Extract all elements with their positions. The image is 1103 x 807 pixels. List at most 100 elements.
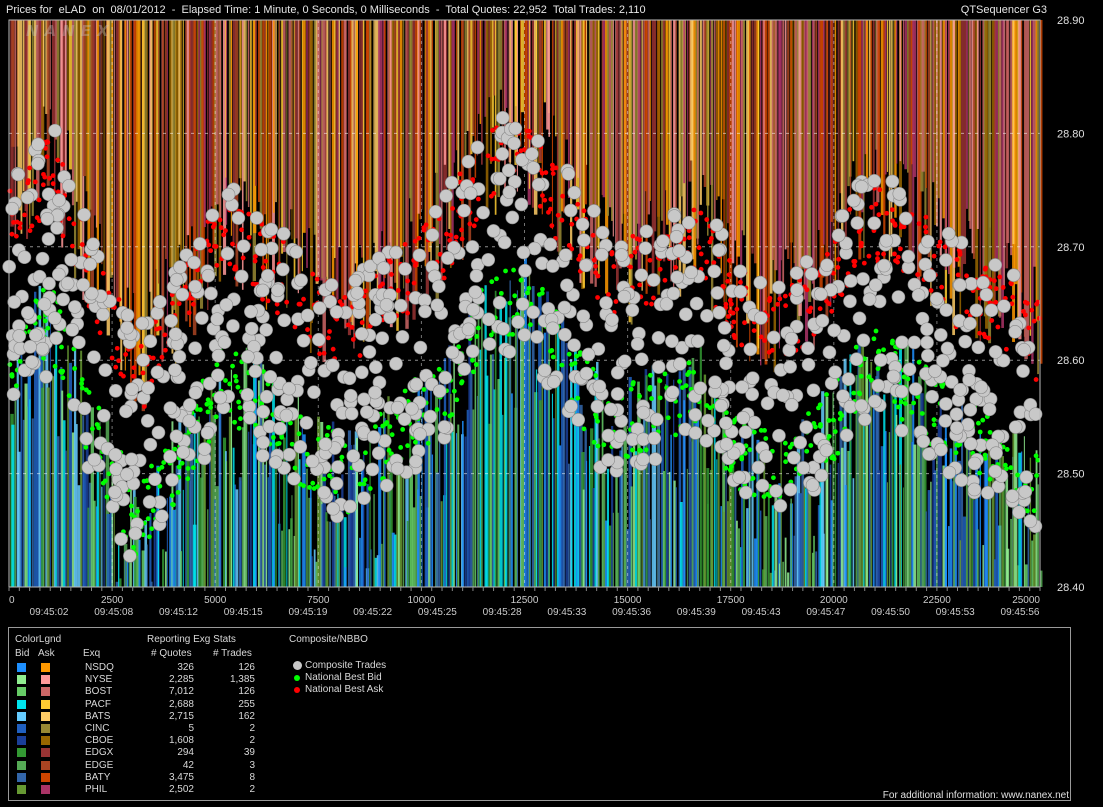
bid-quote-bar xyxy=(272,511,275,587)
national-best-ask-point xyxy=(964,309,970,315)
composite-trade-point xyxy=(858,412,872,427)
composite-trade-point xyxy=(850,216,865,230)
ask-quote-bar xyxy=(180,20,182,254)
ask-quote-bar xyxy=(913,20,917,178)
composite-trade-point xyxy=(231,211,246,225)
national-best-ask-point xyxy=(450,206,456,211)
composite-trade-point xyxy=(708,375,722,390)
composite-legend-marker xyxy=(292,661,302,670)
bid-color-swatch xyxy=(17,785,26,794)
national-best-ask-point xyxy=(444,231,449,237)
national-best-bid-point xyxy=(899,416,905,422)
bid-quote-bar xyxy=(736,528,741,587)
composite-trade-point xyxy=(1019,470,1034,484)
national-best-ask-point xyxy=(473,217,479,222)
composite-trade-point xyxy=(988,464,1002,479)
national-best-ask-point xyxy=(575,201,581,207)
composite-trade-point xyxy=(886,369,901,384)
composite-trade-point xyxy=(240,387,255,402)
bid-quote-bar xyxy=(707,503,709,587)
trade-count: 2 xyxy=(249,784,255,795)
national-best-bid-point xyxy=(905,376,911,382)
trade-count: 255 xyxy=(238,698,255,710)
composite-trade-point xyxy=(789,266,804,280)
bid-quote-bar xyxy=(813,535,815,587)
composite-trade-point xyxy=(350,286,365,300)
composite-trade-point xyxy=(638,241,653,255)
ask-quote-bar xyxy=(954,20,957,240)
national-best-ask-point xyxy=(647,257,653,263)
national-best-bid-point xyxy=(593,414,599,420)
bid-quote-bar xyxy=(440,501,443,587)
national-best-bid-point xyxy=(36,315,42,320)
composite-trade-point xyxy=(195,311,209,325)
ask-quote-bar xyxy=(649,20,651,201)
ask-quote-bar xyxy=(571,20,573,180)
bid-quote-bar xyxy=(535,369,538,587)
national-best-bid-point xyxy=(871,336,877,342)
national-best-bid-point xyxy=(145,484,151,490)
composite-trade-point xyxy=(428,204,443,219)
composite-trade-point xyxy=(954,473,969,487)
ask-quote-bar xyxy=(849,20,852,215)
composite-trade-point xyxy=(188,341,202,355)
national-best-bid-point xyxy=(898,399,904,405)
composite-trade-point xyxy=(801,357,816,372)
bid-quote-bar xyxy=(637,392,641,587)
national-best-bid-point xyxy=(916,359,922,365)
national-best-bid-point xyxy=(851,390,857,396)
bid-quote-bar xyxy=(877,470,881,587)
national-best-ask-point xyxy=(595,295,600,300)
national-best-ask-point xyxy=(767,295,773,301)
national-best-bid-point xyxy=(17,359,23,364)
national-best-ask-point xyxy=(637,237,642,243)
composite-trade-point xyxy=(39,370,53,384)
national-best-bid-point xyxy=(771,475,776,481)
national-best-bid-point xyxy=(324,432,330,438)
national-best-ask-point xyxy=(553,165,559,171)
composite-legend-label: Composite Trades xyxy=(305,660,387,671)
composite-trade-point xyxy=(801,341,815,355)
ask-quote-bar xyxy=(283,20,286,253)
time-tick-label: 09:45:19 xyxy=(288,607,327,618)
bid-quote-bar xyxy=(1010,518,1013,587)
bid-quote-bar xyxy=(1033,534,1037,587)
ask-quote-bar xyxy=(619,20,622,269)
bid-quote-bar xyxy=(760,510,762,587)
composite-trade-point xyxy=(753,275,768,290)
bid-quote-bar xyxy=(925,511,927,587)
national-best-bid-point xyxy=(566,351,572,357)
composite-trade-point xyxy=(625,303,640,317)
bid-quote-bar xyxy=(29,399,31,587)
composite-trade-point xyxy=(344,406,359,421)
national-best-ask-point xyxy=(186,310,192,316)
composite-trade-point xyxy=(815,313,830,328)
national-best-ask-point xyxy=(859,240,864,246)
national-best-ask-point xyxy=(731,319,737,325)
composite-trade-point xyxy=(525,147,539,161)
time-tick-label: 09:45:12 xyxy=(159,607,198,618)
ask-quote-bar xyxy=(355,20,358,309)
ask-quote-bar xyxy=(435,20,439,302)
national-best-ask-point xyxy=(97,330,103,336)
composite-trade-point xyxy=(7,295,22,309)
composite-trade-point xyxy=(714,398,729,413)
composite-trade-point xyxy=(287,471,301,486)
national-best-ask-point xyxy=(170,300,175,306)
exchange-name: CINC xyxy=(85,723,110,734)
bid-quote-bar xyxy=(51,376,55,587)
ask-quote-bar xyxy=(198,20,200,272)
bid-quote-bar xyxy=(489,354,492,587)
ask-quote-bar xyxy=(927,20,931,258)
national-best-bid-point xyxy=(677,413,683,419)
bid-quote-bar xyxy=(219,404,222,587)
x-tick-label: 20000 xyxy=(820,595,848,606)
national-best-ask-point xyxy=(29,223,35,229)
national-best-ask-point xyxy=(537,203,543,209)
national-best-ask-point xyxy=(314,276,320,282)
national-best-bid-point xyxy=(1034,473,1039,479)
composite-trade-point xyxy=(136,353,150,367)
bid-quote-bar xyxy=(555,324,557,587)
national-best-ask-point xyxy=(526,128,532,134)
ask-quote-bar xyxy=(126,20,129,288)
